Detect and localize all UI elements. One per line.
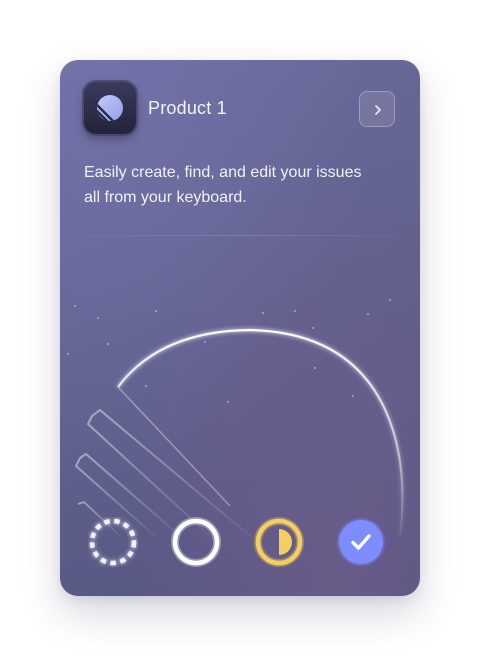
status-todo-icon [171,517,221,567]
product-description: Easily create, find, and edit your issue… [84,164,362,206]
status-backlog-button[interactable] [88,517,138,567]
status-in-progress-icon [254,517,304,567]
status-in-progress-button[interactable] [254,517,304,567]
stars [67,299,391,403]
chevron-right-icon [375,105,381,115]
status-done-icon [337,518,385,566]
status-todo-button[interactable] [171,517,221,567]
next-button[interactable] [359,91,395,127]
product-card: Product 1 Easily create, find, and edit … [60,60,420,596]
decorative-illustration [67,299,404,536]
product-title: Product 1 [148,98,227,118]
status-backlog-icon [89,518,137,566]
page: Product 1 Easily create, find, and edit … [0,0,480,657]
product-logo-icon [84,82,136,134]
status-done-button[interactable] [336,517,386,567]
